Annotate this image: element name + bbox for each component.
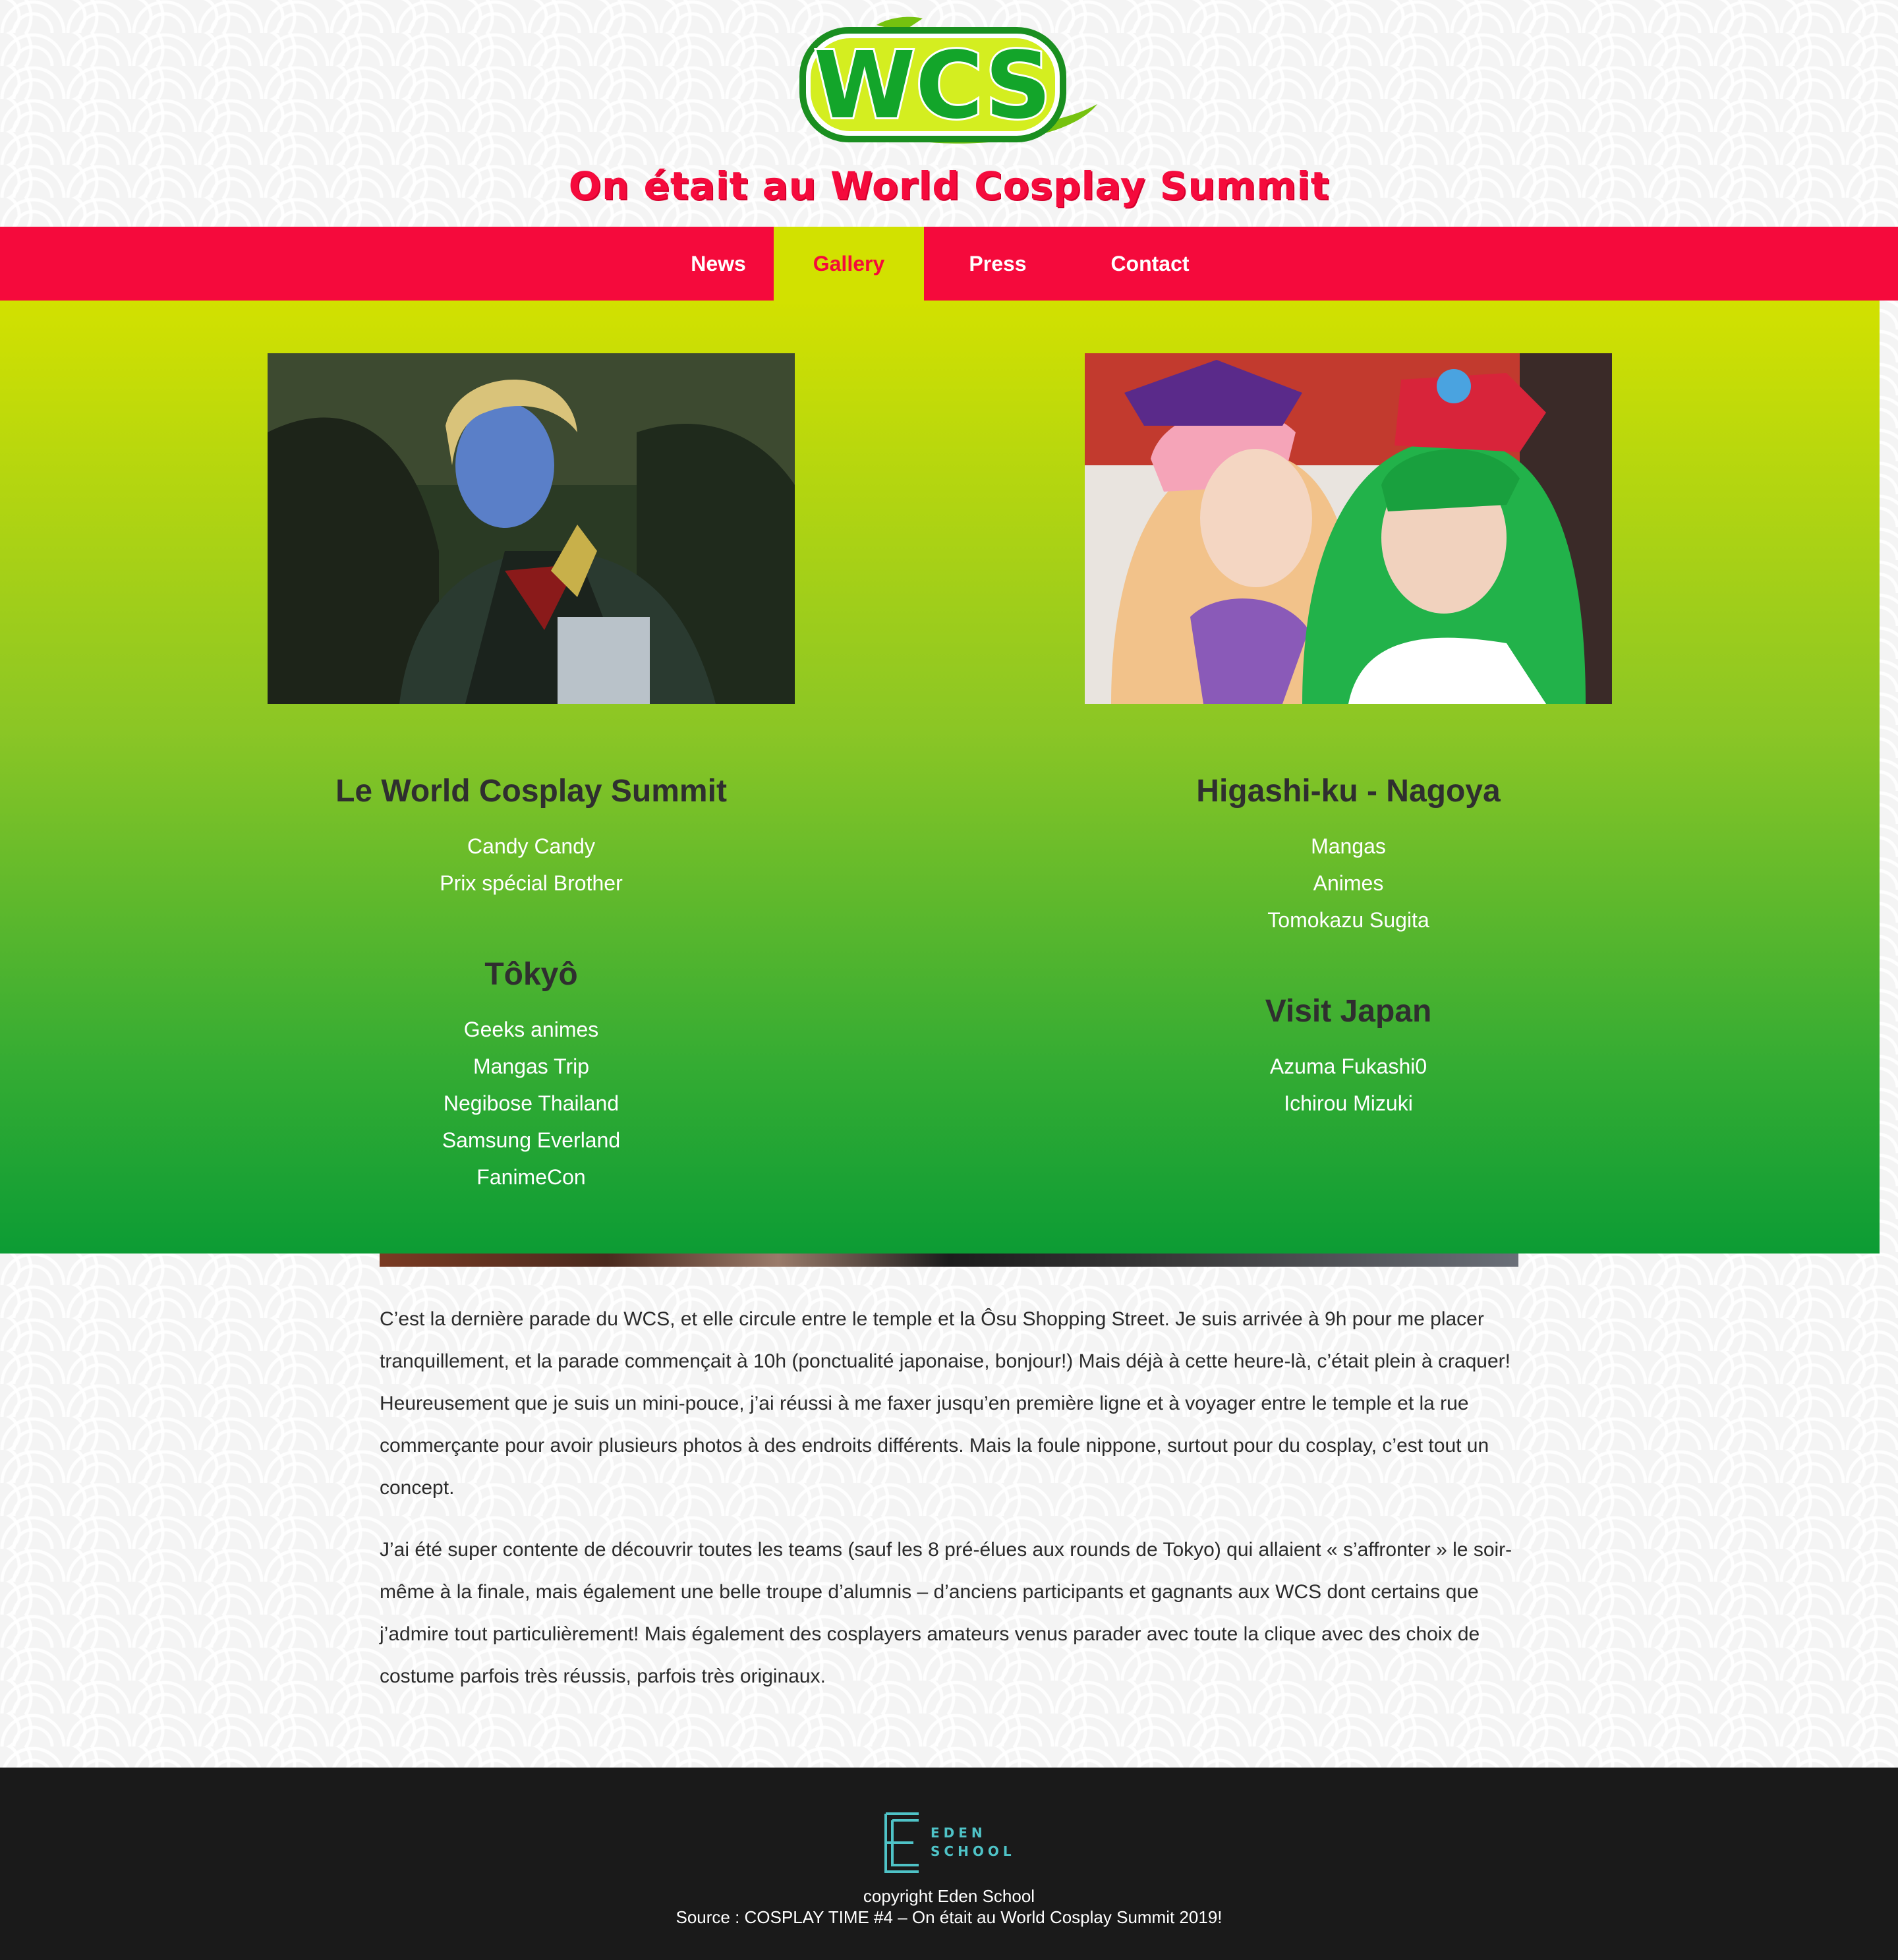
section-heading: Higashi-ku - Nagoya: [1196, 774, 1501, 809]
source-text: Source : COSPLAY TIME #4 – On était au W…: [676, 1907, 1222, 1927]
list-item[interactable]: Samsung Everland: [268, 1122, 795, 1159]
list-item[interactable]: Negibose Thailand: [268, 1085, 795, 1122]
list-item[interactable]: Animes: [1085, 865, 1612, 902]
nav-item-gallery[interactable]: Gallery: [774, 227, 924, 301]
gallery-photo-left[interactable]: [268, 353, 795, 704]
list-item[interactable]: Candy Candy: [268, 828, 795, 865]
gallery-photo-right[interactable]: [1085, 353, 1612, 704]
nav-items: News Gallery Press Contact: [663, 227, 1228, 301]
nav-item-news[interactable]: News: [663, 227, 774, 301]
photo-strip: [380, 1254, 1518, 1267]
list-item[interactable]: Tomokazu Sugita: [1085, 902, 1612, 938]
site-title: On était au World Cosplay Summit: [568, 163, 1330, 208]
section-heading: Tôkyô: [484, 957, 578, 992]
article-body: C’est la dernière parade du WCS, et elle…: [380, 1298, 1518, 1717]
section-list: Candy Candy Prix spécial Brother: [268, 828, 795, 902]
section-list: Azuma Fukashi0 Ichirou Mizuki: [1085, 1048, 1612, 1122]
list-item[interactable]: Ichirou Mizuki: [1085, 1085, 1612, 1122]
nav-item-press[interactable]: Press: [924, 227, 1072, 301]
eden-school-logo[interactable]: EDEN SCHOOL: [882, 1811, 1020, 1874]
copyright-text: copyright Eden School: [863, 1886, 1035, 1906]
gallery-right-text: Higashi-ku - Nagoya Mangas Animes Tomoka…: [1085, 768, 1612, 1172]
list-item[interactable]: Mangas: [1085, 828, 1612, 865]
list-item[interactable]: FanimeCon: [268, 1159, 795, 1196]
site-footer: EDEN SCHOOL copyright Eden School Source…: [0, 1768, 1898, 1960]
cosplay-photo-image: [268, 353, 795, 704]
section-heading: Le World Cosplay Summit: [335, 774, 727, 809]
section-list: Mangas Animes Tomokazu Sugita: [1085, 828, 1612, 938]
article-paragraph: J’ai été super contente de découvrir tou…: [380, 1539, 1512, 1687]
list-item[interactable]: Prix spécial Brother: [268, 865, 795, 902]
nav-item-contact[interactable]: Contact: [1072, 227, 1228, 301]
section-list: Geeks animes Mangas Trip Negibose Thaila…: [268, 1011, 795, 1196]
cosplay-photo-image: [1085, 353, 1612, 704]
section-heading: Visit Japan: [1265, 994, 1432, 1029]
gallery-panel: Le World Cosplay Summit Candy Candy Prix…: [0, 301, 1880, 1254]
wcs-logo[interactable]: WCS: [797, 12, 1101, 157]
school-text: SCHOOL: [931, 1843, 1016, 1859]
list-item[interactable]: Mangas Trip: [268, 1048, 795, 1085]
list-item[interactable]: Azuma Fukashi0: [1085, 1048, 1612, 1085]
gallery-left-text: Le World Cosplay Summit Candy Candy Prix…: [268, 768, 795, 1246]
list-item[interactable]: Geeks animes: [268, 1011, 795, 1048]
eden-text: EDEN: [931, 1825, 987, 1841]
article-paragraph: C’est la dernière parade du WCS, et elle…: [380, 1308, 1510, 1499]
logo-text: WCS: [814, 32, 1052, 140]
main-nav: News Gallery Press Contact: [0, 227, 1898, 301]
site-header: WCS On était au World Cosplay Summit: [0, 0, 1898, 227]
